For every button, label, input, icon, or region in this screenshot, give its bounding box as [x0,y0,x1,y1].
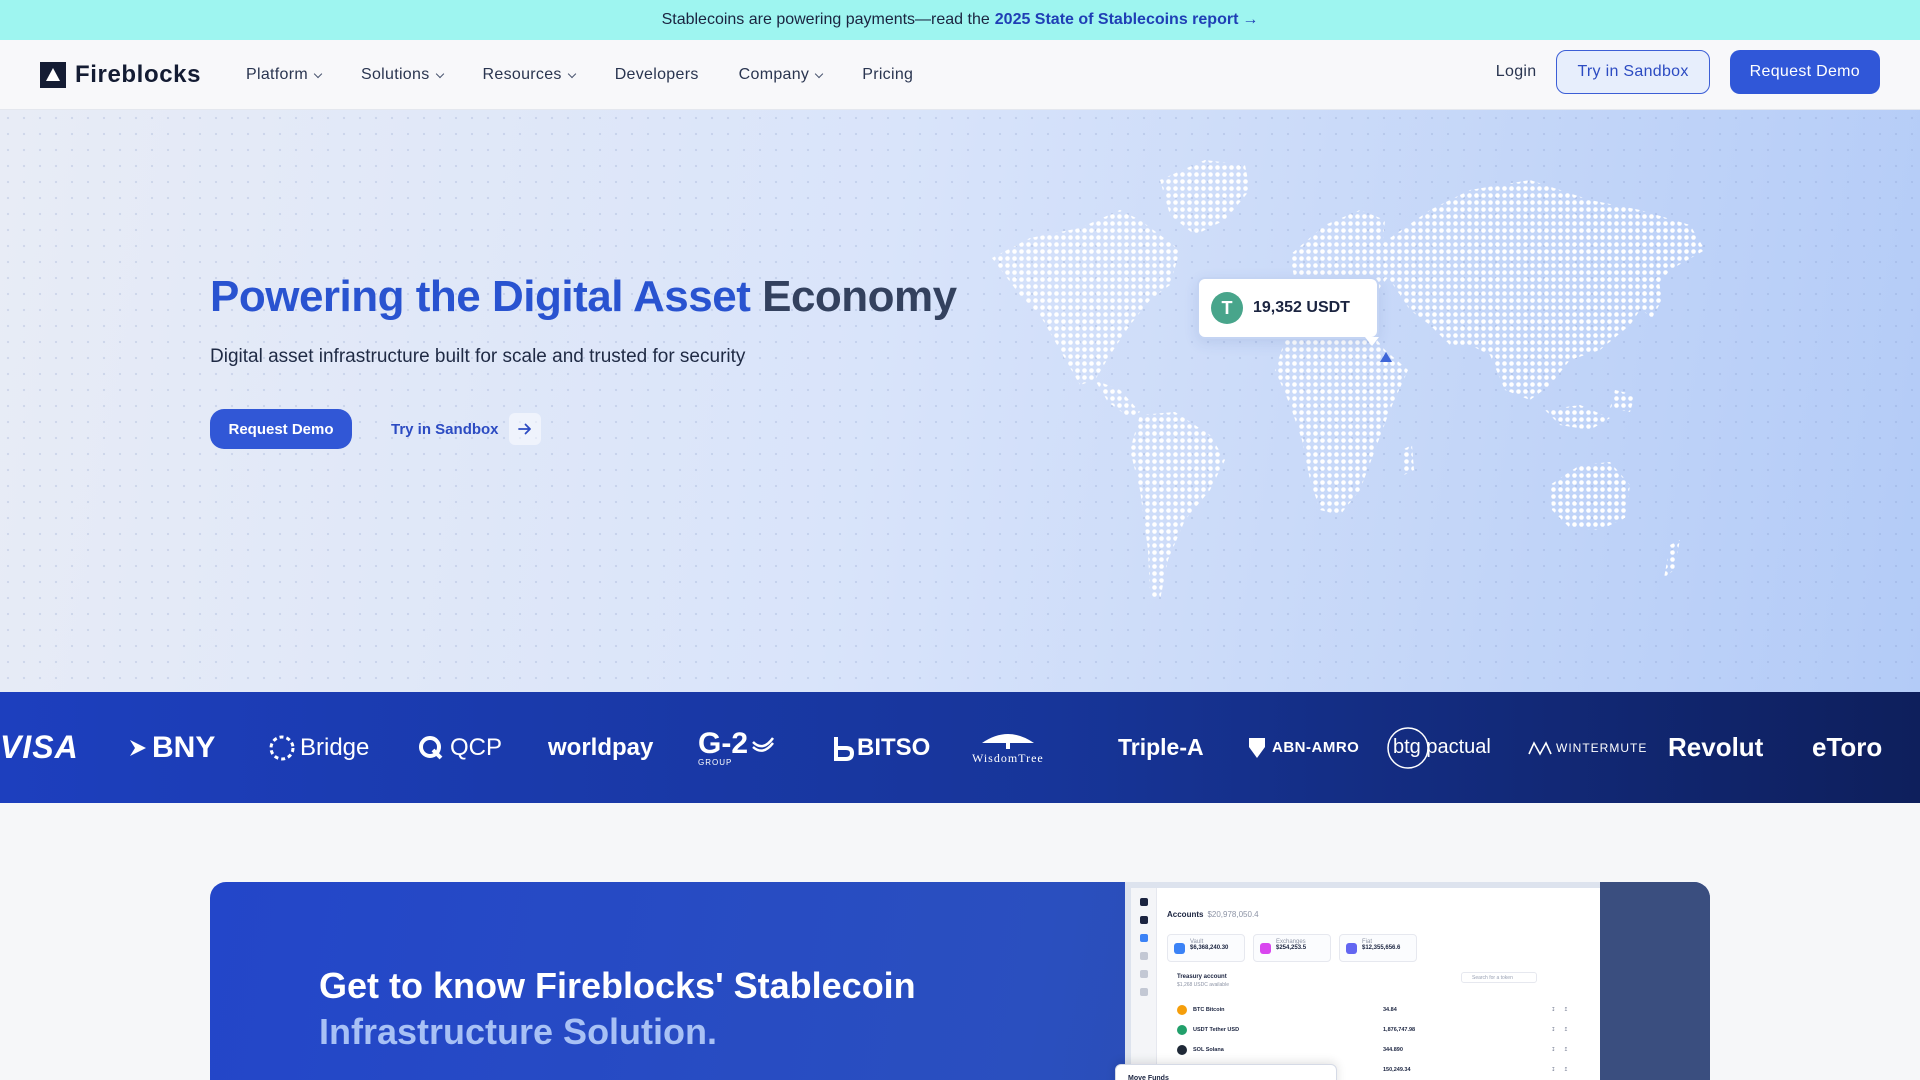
upload-icon: ↥ [1563,1027,1569,1033]
partner-logo-visa: VISA [0,729,79,765]
hero-subtitle: Digital asset infrastructure built for s… [210,346,746,367]
asset-row[interactable]: BTC Bitcoin 34.84 ↧ ↥ [1177,1000,1597,1020]
bitso-logo-icon [834,736,854,761]
brand-logo[interactable]: Fireblocks [40,60,201,90]
upload-icon: ↥ [1563,1067,1569,1073]
request-demo-button[interactable]: Request Demo [1729,50,1880,94]
stablecoin-card: Get to know Fireblocks' Stablecoin Infra… [210,882,1710,1080]
arrow-right-icon [508,413,541,445]
partner-logo-wisdomtree: WisdomTree [972,692,1044,803]
nav-item-resources[interactable]: Resources [483,66,576,84]
download-icon: ↧ [1551,1027,1556,1033]
top-navigation: Fireblocks Platform Solutions Resources … [0,40,1920,110]
dashboard-title: Accounts $20,978,050.4 [1167,910,1259,919]
download-icon: ↧ [1551,1047,1556,1053]
dotted-world-map [992,160,1705,600]
nav-item-developers[interactable]: Developers [615,66,699,84]
wintermute-icon [1528,740,1552,756]
chevron-down-icon [814,69,824,78]
transaction-tooltip: T 19,352 USDT [1197,277,1379,346]
partner-logo-triple-a: Triple-A [1118,734,1204,760]
upload-icon: ↥ [1563,1047,1569,1053]
map-pin-icon [1380,352,1392,362]
upload-icon: ↥ [1563,1007,1569,1013]
partner-logo-wintermute: WINTERMUTE [1528,692,1647,803]
chevron-down-icon [567,69,576,78]
nav-actions: Login Try in Sandbox Request Demo [1496,50,1880,94]
hero-title: Powering the Digital Asset Economy [210,272,957,321]
hero-try-sandbox-link[interactable]: Try in Sandbox [391,409,541,449]
partner-logo-g2: G-2 GROUP [698,692,776,803]
stablecoin-card-title: Get to know Fireblocks' Stablecoin Infra… [319,965,916,1052]
wisdomtree-tree-icon [981,734,1034,749]
arrow-right-icon[interactable]: → [1242,11,1258,29]
summary-card: Fiat $12,355,656.6 [1339,934,1417,962]
move-funds-dialog[interactable]: Move Funds [1115,1064,1337,1080]
partner-logo-bridge: Bridge [268,692,369,803]
nav-item-company[interactable]: Company [739,66,824,84]
download-icon: ↧ [1551,1067,1556,1073]
dashboard-preview: Accounts $20,978,050.4 Vault $6,368,240.30… [1115,882,1600,1080]
card-right-panel [1600,882,1710,1080]
asset-row[interactable]: SOL Solana 344.890 ↧ ↥ [1177,1040,1597,1060]
try-sandbox-button[interactable]: Try in Sandbox [1556,50,1710,94]
tooltip-amount: 19,352 USDT [1253,299,1350,316]
login-link[interactable]: Login [1496,63,1537,81]
download-icon: ↧ [1551,1007,1556,1013]
stablecoin-section: Get to know Fireblocks' Stablecoin Infra… [0,803,1920,1080]
hero-request-demo-button[interactable]: Request Demo [210,409,352,449]
asset-row[interactable]: USDT Tether USD 1,876,747.98 ↧ ↥ [1177,1020,1597,1040]
summary-card: Exchanges $254,253.5 [1253,934,1331,962]
bny-chevron-icon [130,739,146,756]
nav-item-platform[interactable]: Platform [246,66,323,84]
partner-logo-bitso: BITSO [832,692,930,803]
g2-wave-icon [752,736,775,752]
tether-icon: T [1211,292,1243,324]
partner-logo-abn-amro: ABN-AMRO [1248,692,1359,803]
partner-logo-bny: BNY [128,692,215,803]
hero-try-sandbox-label: Try in Sandbox [391,420,499,438]
abn-amro-shield-icon [1249,737,1265,758]
dashboard-summary-cards: Vault $6,368,240.30 Exchanges $254,253.5 F… [1167,934,1425,962]
partner-logo-btg-pactual: btg pactual [1387,692,1491,803]
partner-logo-etoro: eToro [1812,732,1883,762]
dashboard-search-input[interactable]: Search for a token [1461,972,1537,983]
main-menu: Platform Solutions Resources Developers … [246,40,953,110]
announcement-report-link[interactable]: 2025 State of Stablecoins report [995,11,1239,29]
treasury-account-title: Treasury account [1177,974,1227,980]
chevron-down-icon [435,69,444,78]
summary-card: Vault $6,368,240.30 [1167,934,1245,962]
announcement-bar: Stablecoins are powering payments—read t… [0,0,1920,40]
treasury-account-caption: $1,268 USDC available [1177,982,1229,988]
nav-item-solutions[interactable]: Solutions [361,66,444,84]
dashboard-sidebar [1131,888,1157,1080]
partner-logo-qcp: QCP [418,692,502,803]
partner-logo-revolut: Revolut [1668,732,1764,762]
brand-name: Fireblocks [75,61,202,88]
announcement-text: Stablecoins are powering payments—read t… [661,11,990,28]
bridge-logo-icon [269,735,295,760]
btg-ring-icon [1387,726,1429,769]
hero-section: Powering the Digital Asset Economy Digit… [0,110,1920,692]
qcp-logo-icon [419,735,443,759]
nav-item-pricing[interactable]: Pricing [862,66,913,84]
chevron-down-icon [313,69,323,78]
partner-logo-worldpay: worldpay [548,733,654,761]
partner-logo-strip: VISA BNY Bridge QCP worldpay G-2 GROUP B… [0,692,1920,803]
fireblocks-logo-icon [40,62,66,88]
